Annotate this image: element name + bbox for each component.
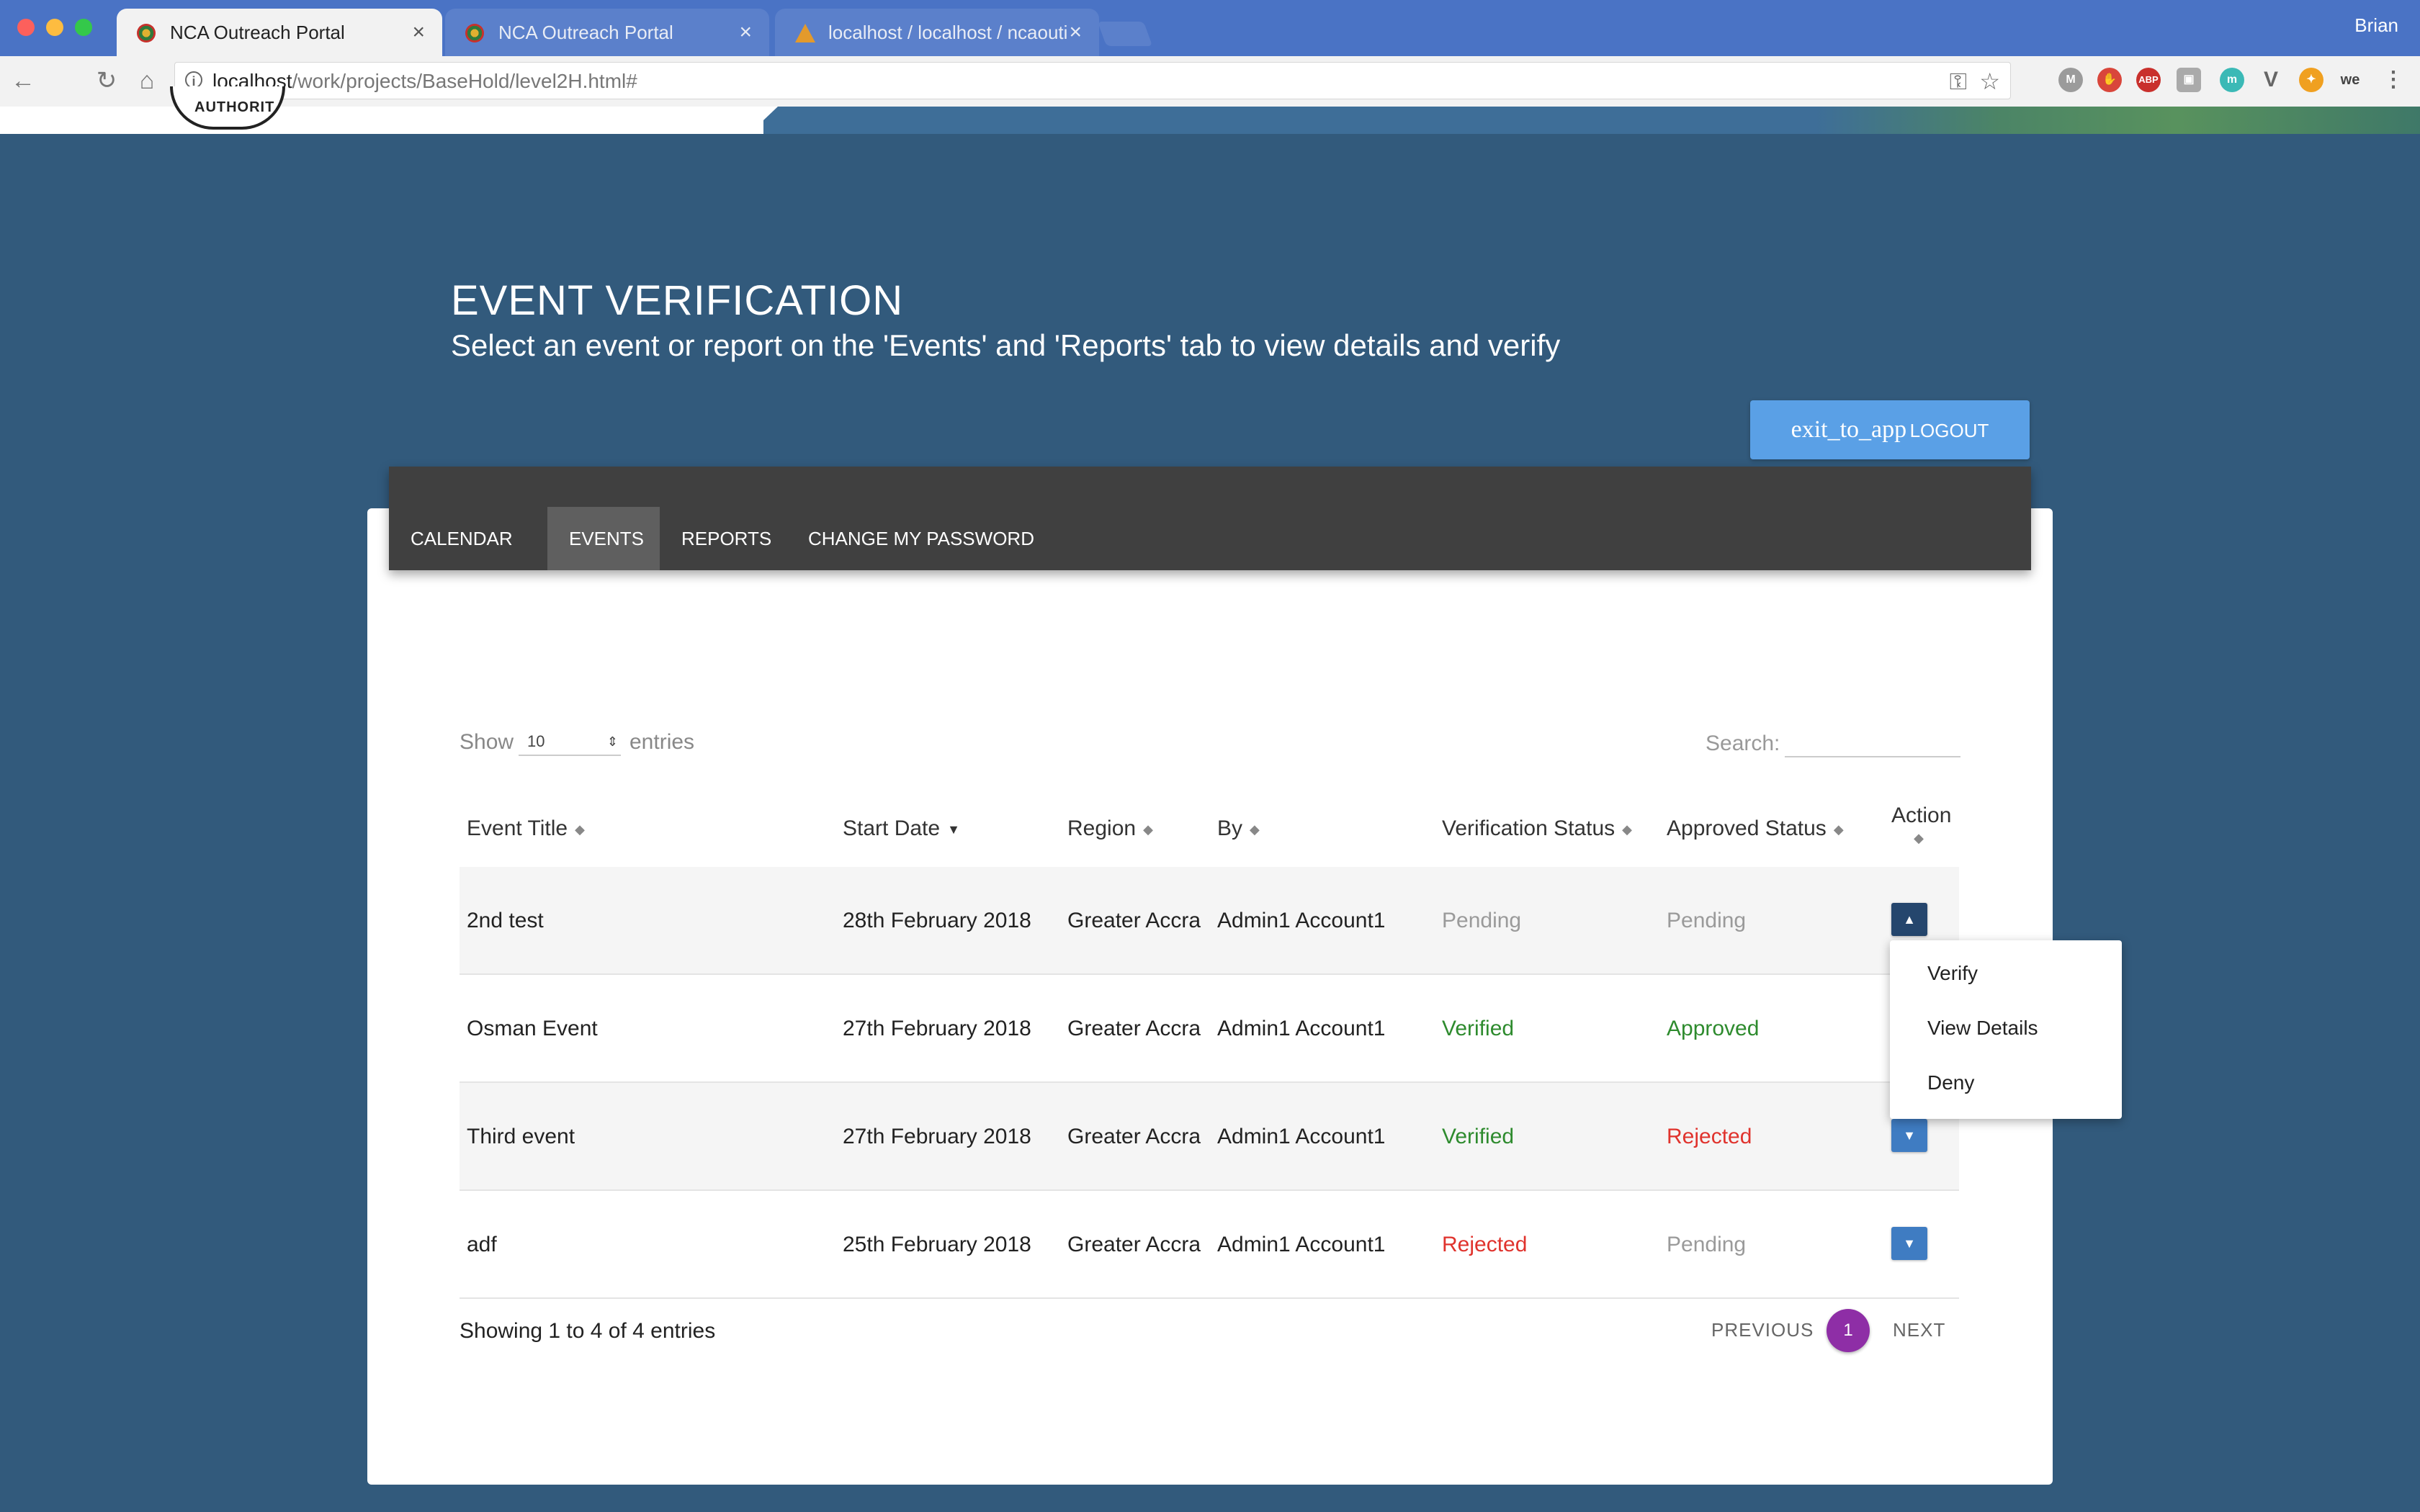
browser-user-name[interactable]: Brian [2354, 14, 2398, 37]
cell-event-title: adf [467, 1233, 497, 1256]
menu-item-verify[interactable]: Verify [1927, 962, 1978, 985]
extension-fire-icon[interactable]: ✦ [2299, 68, 2323, 92]
entries-label: entries [629, 730, 695, 754]
action-dropdown-button[interactable]: ▼ [1891, 1119, 1927, 1152]
cell-approved-status: Rejected [1667, 1125, 1752, 1148]
nca-favicon-icon [465, 24, 484, 42]
page-title: EVENT VERIFICATION [451, 277, 904, 324]
cell-event-title: Osman Event [467, 1017, 598, 1040]
cell-by: Admin1 Account1 [1217, 1125, 1386, 1148]
reload-icon[interactable]: ↻ [92, 66, 121, 95]
extension-m-icon[interactable]: M [2058, 68, 2083, 92]
sort-icon: ◆ [575, 822, 585, 837]
sort-icon: ◆ [1250, 822, 1260, 837]
search-input[interactable] [1785, 732, 1960, 757]
column-header-start-date[interactable]: Start Date ▼ [843, 816, 960, 841]
back-icon[interactable]: ← [9, 66, 37, 95]
cell-region: Greater Accra [1067, 1125, 1201, 1148]
cell-start-date: 25th February 2018 [843, 1233, 1031, 1256]
close-window-icon[interactable] [17, 19, 35, 36]
cell-region: Greater Accra [1067, 1017, 1201, 1040]
cell-start-date: 27th February 2018 [843, 1125, 1031, 1148]
action-dropdown-button[interactable]: ▼ [1891, 1227, 1927, 1260]
cell-by: Admin1 Account1 [1217, 1017, 1386, 1040]
logout-button[interactable]: exit_to_app LOGOUT [1750, 400, 2030, 459]
menu-item-view-details[interactable]: View Details [1927, 1017, 2038, 1040]
cell-verification-status: Rejected [1442, 1233, 1528, 1256]
entries-length-select[interactable]: 10 ⇕ [519, 727, 621, 756]
cell-region: Greater Accra [1067, 909, 1201, 932]
sort-icon: ◆ [1143, 822, 1153, 837]
cell-verification-status: Verified [1442, 1125, 1515, 1148]
cell-verification-status: Pending [1442, 909, 1522, 932]
minimize-window-icon[interactable] [46, 19, 63, 36]
action-dropdown-button[interactable]: ▲ [1891, 903, 1927, 936]
tab-change-password[interactable]: CHANGE MY PASSWORD [786, 507, 1056, 570]
menu-item-deny[interactable]: Deny [1927, 1071, 1974, 1094]
phpmyadmin-favicon-icon [795, 24, 815, 42]
cell-event-title: Third event [467, 1125, 575, 1148]
column-header-region[interactable]: Region ◆ [1067, 816, 1153, 841]
cell-approved-status: Pending [1667, 909, 1747, 932]
cell-start-date: 27th February 2018 [843, 1017, 1031, 1040]
sort-icon: ◆ [1833, 822, 1844, 837]
cell-region: Greater Accra [1067, 1233, 1201, 1256]
table-info: Showing 1 to 4 of 4 entries [460, 1319, 716, 1343]
column-header-action[interactable]: Action ◆ [1891, 804, 1951, 846]
key-icon[interactable]: ⚿ [1950, 67, 1967, 96]
column-header-by[interactable]: By ◆ [1217, 816, 1260, 841]
sort-icon: ◆ [1914, 831, 1924, 845]
cell-approved-status: Pending [1667, 1233, 1747, 1256]
column-header-approved-status[interactable]: Approved Status ◆ [1667, 816, 1844, 841]
home-icon[interactable]: ⌂ [133, 66, 161, 95]
pagination-page-current[interactable]: 1 [1827, 1309, 1870, 1352]
search-label: Search: [1706, 732, 1780, 755]
sort-icon: ◆ [1622, 822, 1632, 837]
extension-v-icon[interactable]: V [2259, 68, 2283, 92]
action-dropdown-menu: Verify View Details Deny [1890, 940, 2122, 1119]
extension-window-icon[interactable]: ▣ [2177, 68, 2201, 92]
cell-by: Admin1 Account1 [1217, 1233, 1386, 1256]
cell-verification-status: Verified [1442, 1017, 1515, 1040]
cell-event-title: 2nd test [467, 909, 544, 932]
cell-approved-status: Approved [1667, 1017, 1760, 1040]
main-nav: CALENDAR EVENTS REPORTS CHANGE MY PASSWO… [389, 467, 2031, 570]
browser-menu-icon[interactable]: ⋮ [2381, 68, 2406, 92]
tab-title: NCA Outreach Portal [170, 22, 345, 43]
address-bar[interactable]: i localhost/work/projects/BaseHold/level… [174, 62, 2011, 99]
pagination-next[interactable]: NEXT [1893, 1319, 1945, 1341]
logout-label: LOGOUT [1909, 420, 1989, 441]
cell-by: Admin1 Account1 [1217, 909, 1386, 932]
extension-hand-icon[interactable]: ✋ [2097, 68, 2122, 92]
adblock-plus-icon[interactable]: ABP [2136, 68, 2161, 92]
site-header-strip [0, 107, 2420, 134]
extension-circle-icon[interactable]: m [2220, 68, 2244, 92]
close-tab-icon[interactable]: × [412, 9, 425, 56]
extension-we-icon[interactable]: we [2338, 68, 2362, 92]
close-tab-icon[interactable]: × [1069, 9, 1082, 56]
select-arrows-icon: ⇕ [606, 734, 618, 749]
tab-title: localhost / localhost / ncaouti [828, 22, 1068, 43]
exit-to-app-icon: exit_to_app [1791, 416, 1907, 443]
maximize-window-icon[interactable] [75, 19, 92, 36]
tab-reports[interactable]: REPORTS [660, 507, 793, 570]
cell-start-date: 28th February 2018 [843, 909, 1031, 932]
tab-calendar[interactable]: CALENDAR [389, 507, 534, 570]
bookmark-star-icon[interactable]: ☆ [1979, 67, 2000, 96]
tab-events[interactable]: EVENTS [547, 507, 660, 570]
page-subtitle: Select an event or report on the 'Events… [451, 328, 1561, 362]
show-label: Show [460, 730, 514, 754]
close-tab-icon[interactable]: × [739, 9, 752, 56]
browser-tab[interactable]: NCA Outreach Portal × [445, 9, 769, 56]
pagination-previous[interactable]: PREVIOUS [1711, 1319, 1814, 1341]
new-tab-button[interactable] [1097, 22, 1153, 46]
column-header-verification-status[interactable]: Verification Status ◆ [1442, 816, 1632, 841]
nca-favicon-icon [137, 24, 156, 42]
sort-desc-icon: ▼ [947, 822, 960, 837]
browser-tab[interactable]: localhost / localhost / ncaouti × [775, 9, 1099, 56]
browser-tab-active[interactable]: NCA Outreach Portal × [117, 9, 442, 56]
tab-title: NCA Outreach Portal [498, 22, 673, 43]
column-header-event-title[interactable]: Event Title ◆ [467, 816, 585, 841]
